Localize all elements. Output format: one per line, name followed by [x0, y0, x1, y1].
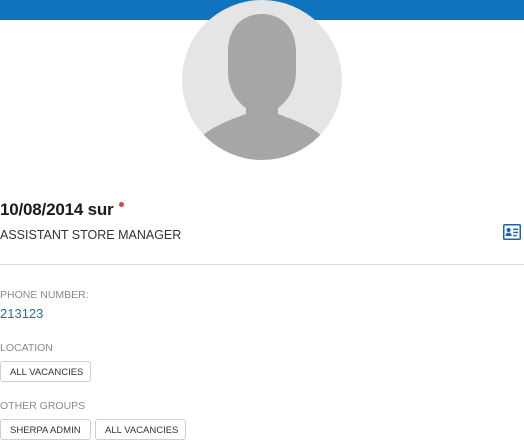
phone-number-link[interactable]: 213123 [0, 306, 43, 321]
status-indicator [119, 202, 124, 207]
contact-card-icon[interactable] [503, 224, 521, 240]
location-label: LOCATION [0, 342, 53, 354]
group-tag-sherpa-admin[interactable]: SHERPA ADMIN [0, 419, 91, 440]
avatar[interactable] [182, 0, 342, 160]
section-divider [0, 264, 524, 265]
group-tag-all-vacancies[interactable]: ALL VACANCIES [95, 419, 186, 440]
phone-number-label: PHONE NUMBER: [0, 289, 89, 301]
job-title: ASSISTANT STORE MANAGER [0, 228, 182, 242]
user-silhouette-icon [200, 14, 324, 160]
location-tag-all-vacancies[interactable]: ALL VACANCIES [0, 361, 91, 382]
profile-name: 10/08/2014 sur [0, 200, 114, 219]
other-groups-label: OTHER GROUPS [0, 400, 86, 412]
